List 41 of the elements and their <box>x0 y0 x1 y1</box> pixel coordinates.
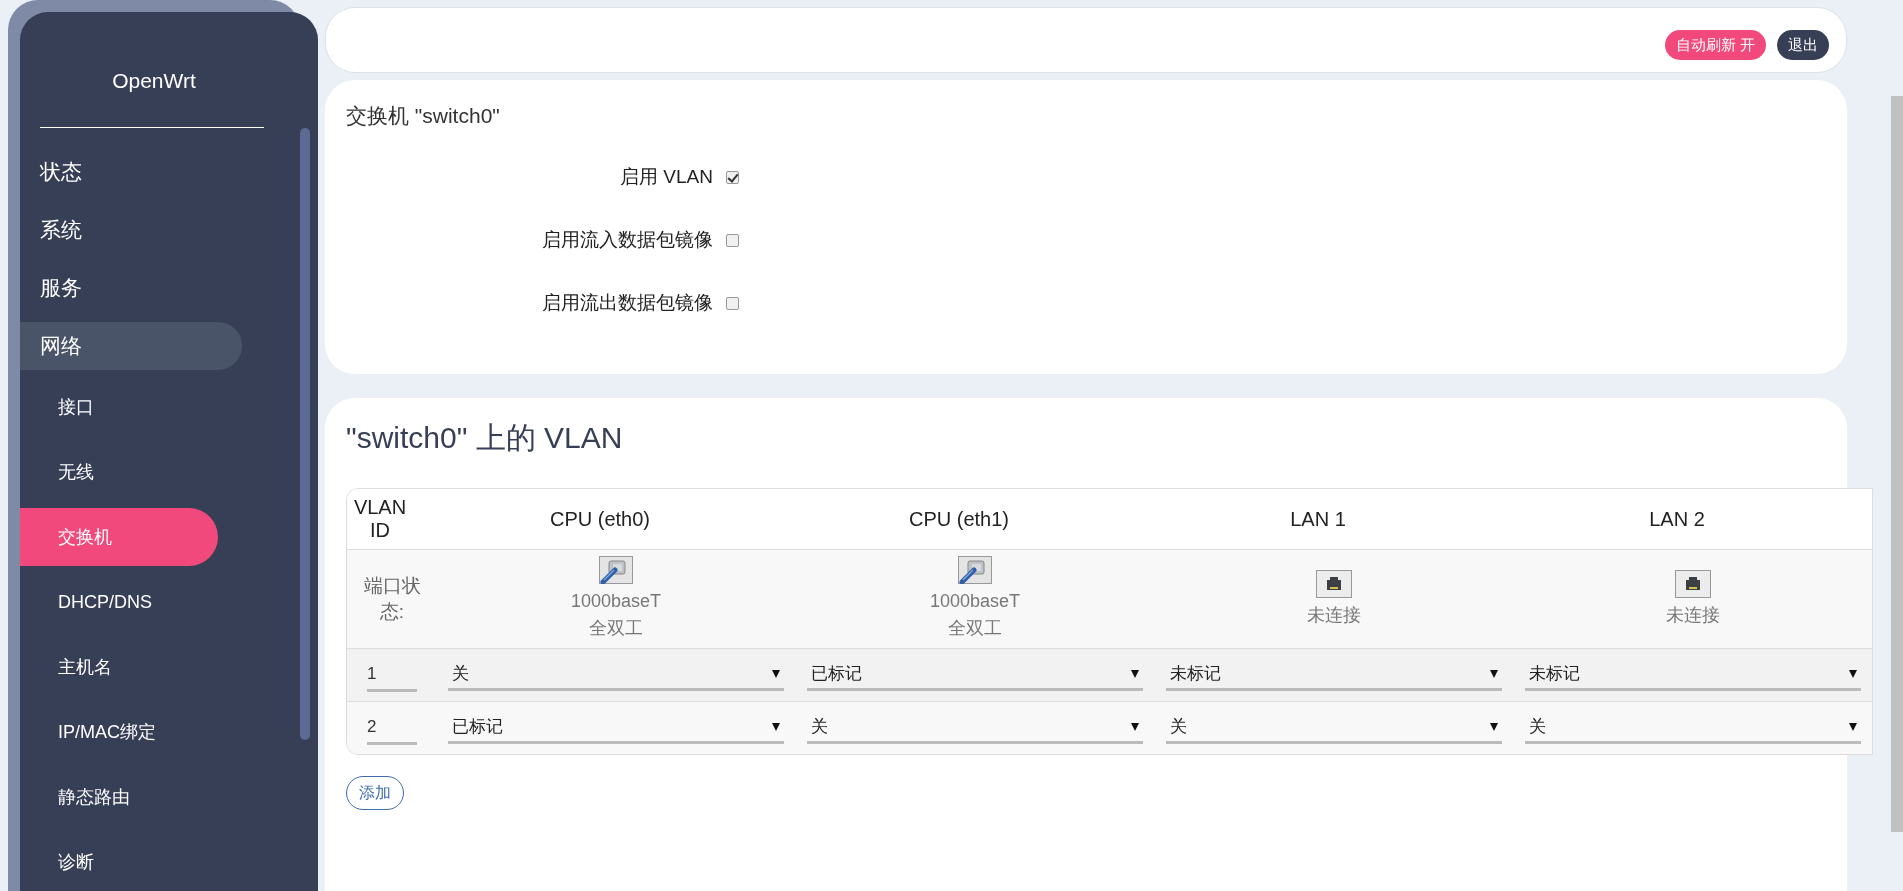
menu-item[interactable]: 网络 <box>20 322 242 370</box>
port-status-text: 未连接 <box>1307 603 1361 627</box>
port-select[interactable]: 已标记 <box>807 659 1143 691</box>
port-status-text: 1000baseT <box>929 590 1021 613</box>
option-label: 启用流出数据包镜像 <box>541 291 713 315</box>
port-select[interactable]: 未标记 <box>1166 659 1502 691</box>
section-title: "switch0" 上的 VLAN <box>346 420 624 456</box>
port-select[interactable]: 关 <box>448 659 784 691</box>
submenu-item[interactable]: DHCP/DNS <box>20 570 218 635</box>
vlan-id-field[interactable]: 1 <box>367 658 417 692</box>
vlan-id-field[interactable]: 2 <box>367 711 417 745</box>
column-header: VLAN ID <box>352 496 408 542</box>
menu-item[interactable]: 系统 <box>20 201 242 259</box>
submenu-item[interactable]: 诊断 <box>20 830 218 891</box>
menu-item[interactable]: 状态 <box>20 143 242 201</box>
menu-item[interactable]: 服务 <box>20 259 242 317</box>
row-label: 端口状态: <box>362 574 422 624</box>
port-select[interactable]: 关 <box>1525 712 1861 744</box>
port-select[interactable]: 未标记 <box>1525 659 1861 691</box>
add-button[interactable]: 添加 <box>346 776 404 810</box>
logout-button[interactable]: 退出 <box>1777 30 1829 60</box>
port-select[interactable]: 关 <box>1166 712 1502 744</box>
submenu-item[interactable]: 无线 <box>20 440 218 505</box>
port-select[interactable]: 关 <box>807 712 1143 744</box>
submenu-item[interactable]: 接口 <box>20 375 218 440</box>
port-status-text: 未连接 <box>1666 603 1720 627</box>
option-label: 启用流入数据包镜像 <box>541 228 713 252</box>
column-header: LAN 2 <box>1648 507 1706 531</box>
port-status-text: 全双工 <box>948 617 1002 640</box>
column-header: LAN 1 <box>1289 507 1347 531</box>
section-title: 交换机 "switch0" <box>346 103 501 129</box>
submenu-item[interactable]: 主机名 <box>20 635 218 700</box>
port-select[interactable]: 已标记 <box>448 712 784 744</box>
submenu-item[interactable]: 静态路由 <box>20 765 218 830</box>
option-label: 启用 VLAN <box>619 165 713 189</box>
submenu-item[interactable]: IP/MAC绑定 <box>20 700 218 765</box>
port-status-text: 全双工 <box>589 617 643 640</box>
brand-title: OpenWrt <box>111 68 197 94</box>
column-header: CPU (eth1) <box>908 507 1010 531</box>
port-status-text: 1000baseT <box>570 590 662 613</box>
column-header: CPU (eth0) <box>549 507 651 531</box>
